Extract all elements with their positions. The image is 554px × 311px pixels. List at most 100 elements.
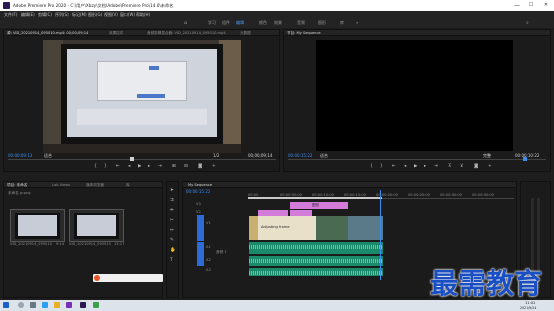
program-video-frame[interactable]	[316, 40, 513, 151]
program-time-ruler[interactable]	[288, 159, 546, 160]
go-to-in-icon[interactable]: ⇤	[392, 164, 396, 169]
source-resolution-dropdown[interactable]: 1/2	[213, 153, 219, 158]
search-taskbar-icon[interactable]	[18, 302, 24, 308]
tab-sequence[interactable]: My Sequence	[188, 183, 212, 187]
play-icon[interactable]: ▶	[138, 164, 141, 169]
home-icon[interactable]: ⌂	[184, 20, 187, 26]
menu-clip[interactable]: 剪辑(C)	[38, 12, 52, 18]
more-workspaces-icon[interactable]: »	[356, 20, 358, 25]
pen-tool-icon[interactable]: ✎	[170, 238, 174, 243]
tab-audio-clip-mixer[interactable]: 音频剪辑混合器: VID_20210914_095010.mp4	[147, 31, 226, 36]
ripple-edit-tool-icon[interactable]: ⇹	[170, 208, 174, 213]
start-icon[interactable]	[3, 302, 9, 308]
input-method-toolbar[interactable]	[93, 274, 163, 282]
mark-in-icon[interactable]: {	[94, 164, 97, 169]
selection-tool-icon[interactable]: ➤	[170, 188, 174, 193]
menu-help[interactable]: 帮助(H)	[136, 12, 150, 18]
step-back-icon[interactable]: ◂	[404, 164, 406, 169]
go-to-in-icon[interactable]: ⇤	[116, 164, 120, 169]
source-time-ruler[interactable]	[8, 159, 276, 160]
source-timecode-in[interactable]: 00:00:09:13	[8, 153, 32, 158]
menu-graphics[interactable]: 图形(G)	[88, 12, 102, 18]
workspace-tab-learn[interactable]: 学习	[208, 20, 216, 26]
workspace-tab-libraries[interactable]: 库	[340, 20, 344, 26]
source-playhead[interactable]	[130, 157, 134, 161]
tab-lab-views[interactable]: Lab Views	[52, 183, 70, 187]
overwrite-icon[interactable]: ⊟	[184, 164, 188, 169]
v1-source-patch[interactable]	[197, 215, 204, 241]
program-playhead[interactable]	[523, 157, 527, 161]
task-view-icon[interactable]	[30, 302, 36, 308]
go-to-out-icon[interactable]: ⇥	[158, 164, 162, 169]
track-label-v2[interactable]: V2	[196, 210, 201, 214]
track-label-a1[interactable]: A1	[206, 245, 211, 249]
workspace-tab-assembly[interactable]: 组件	[222, 20, 230, 26]
extract-icon[interactable]: ⊻	[460, 164, 463, 169]
tab-effect-controls[interactable]: 效果控件	[109, 31, 123, 36]
track-label-v1[interactable]: V1	[206, 221, 211, 225]
timeline-timecode[interactable]: 00:00:15:22	[186, 189, 210, 194]
workspace-tab-color[interactable]: 颜色	[259, 20, 267, 26]
tab-program[interactable]: 节目: My Sequence	[287, 31, 321, 36]
audio-clip-a2[interactable]	[249, 256, 383, 266]
wechat-icon[interactable]	[93, 302, 99, 308]
insert-icon[interactable]: ⊞	[172, 164, 176, 169]
razor-tool-icon[interactable]: ✂	[170, 218, 174, 223]
workspace-tab-editing[interactable]: 编辑	[236, 20, 244, 26]
mark-out-icon[interactable]: }	[380, 164, 383, 169]
timeline-playhead[interactable]	[380, 190, 381, 280]
maximize-button[interactable]: ☐	[524, 1, 538, 10]
close-button[interactable]: ✕	[539, 1, 553, 10]
tab-metadata[interactable]: 元数据	[240, 31, 251, 36]
step-back-icon[interactable]: ◂	[128, 164, 130, 169]
tab-source[interactable]: 源: VID_20210914_095010.mp4: 00;00;09;14	[7, 31, 88, 36]
add-button-icon[interactable]: +	[212, 164, 216, 169]
audio-clip-a3[interactable]	[249, 268, 383, 276]
work-area-bar[interactable]	[248, 197, 382, 199]
program-timecode-in[interactable]: 00:00:15:22	[288, 153, 312, 158]
project-clip-thumbnail-2[interactable]	[69, 209, 124, 242]
track-label-a2[interactable]: A2	[206, 258, 211, 262]
export-frame-icon[interactable]: ◙	[198, 164, 202, 169]
track-label-a3[interactable]: A3	[206, 268, 211, 272]
go-to-out-icon[interactable]: ⇥	[434, 164, 438, 169]
workspace-tab-effects[interactable]: 效果	[274, 20, 282, 26]
title-clip-v3[interactable]: 图形	[290, 202, 348, 209]
workspace-tab-graphics[interactable]: 图形	[318, 20, 326, 26]
track-label-v3[interactable]: V3	[196, 202, 201, 206]
type-tool-icon[interactable]: T	[170, 258, 173, 263]
minimize-button[interactable]: —	[510, 1, 524, 10]
mark-out-icon[interactable]: }	[104, 164, 107, 169]
menu-file[interactable]: 文件(F)	[4, 12, 17, 18]
tab-media-browser[interactable]: 媒体浏览器	[86, 183, 104, 188]
menu-window[interactable]: 窗口(W)	[120, 12, 135, 18]
step-forward-icon[interactable]: ▸	[424, 164, 426, 169]
a1-source-patch[interactable]	[197, 242, 204, 266]
add-button-icon[interactable]: +	[488, 164, 492, 169]
menu-edit[interactable]: 编辑(E)	[21, 12, 35, 18]
hand-tool-icon[interactable]: ✋	[170, 248, 176, 253]
clock-time[interactable]: 11:02	[525, 301, 535, 305]
search-icon[interactable]: ⌕	[526, 20, 529, 26]
tab-libraries[interactable]: 库	[126, 183, 130, 188]
slip-tool-icon[interactable]: ↔	[170, 228, 174, 233]
menu-sequence[interactable]: 序列(S)	[55, 12, 69, 18]
edge-icon[interactable]	[42, 302, 48, 308]
lift-icon[interactable]: ⊼	[448, 164, 451, 169]
source-video-frame[interactable]	[43, 40, 241, 153]
step-forward-icon[interactable]: ▸	[148, 164, 150, 169]
play-icon[interactable]: ▶	[414, 164, 417, 169]
premiere-taskbar-icon[interactable]	[80, 302, 86, 308]
clock-date[interactable]: 2021/9/24	[520, 306, 536, 310]
audio-clip-a1[interactable]	[249, 242, 383, 254]
video-clip-v1[interactable]: Adjusting frame	[249, 216, 383, 240]
project-clip-thumbnail-1[interactable]	[10, 209, 65, 242]
file-explorer-icon[interactable]	[54, 302, 60, 308]
menu-view[interactable]: 视图(V)	[104, 12, 118, 18]
export-frame-icon[interactable]: ◙	[474, 164, 478, 169]
track-select-tool-icon[interactable]: ⇉	[170, 198, 174, 203]
menu-marker[interactable]: 标记(M)	[72, 12, 87, 18]
workspace-tab-audio[interactable]: 音频	[297, 20, 305, 26]
app-icon[interactable]	[66, 302, 72, 308]
tab-project[interactable]: 项目: 未命名	[7, 183, 27, 188]
